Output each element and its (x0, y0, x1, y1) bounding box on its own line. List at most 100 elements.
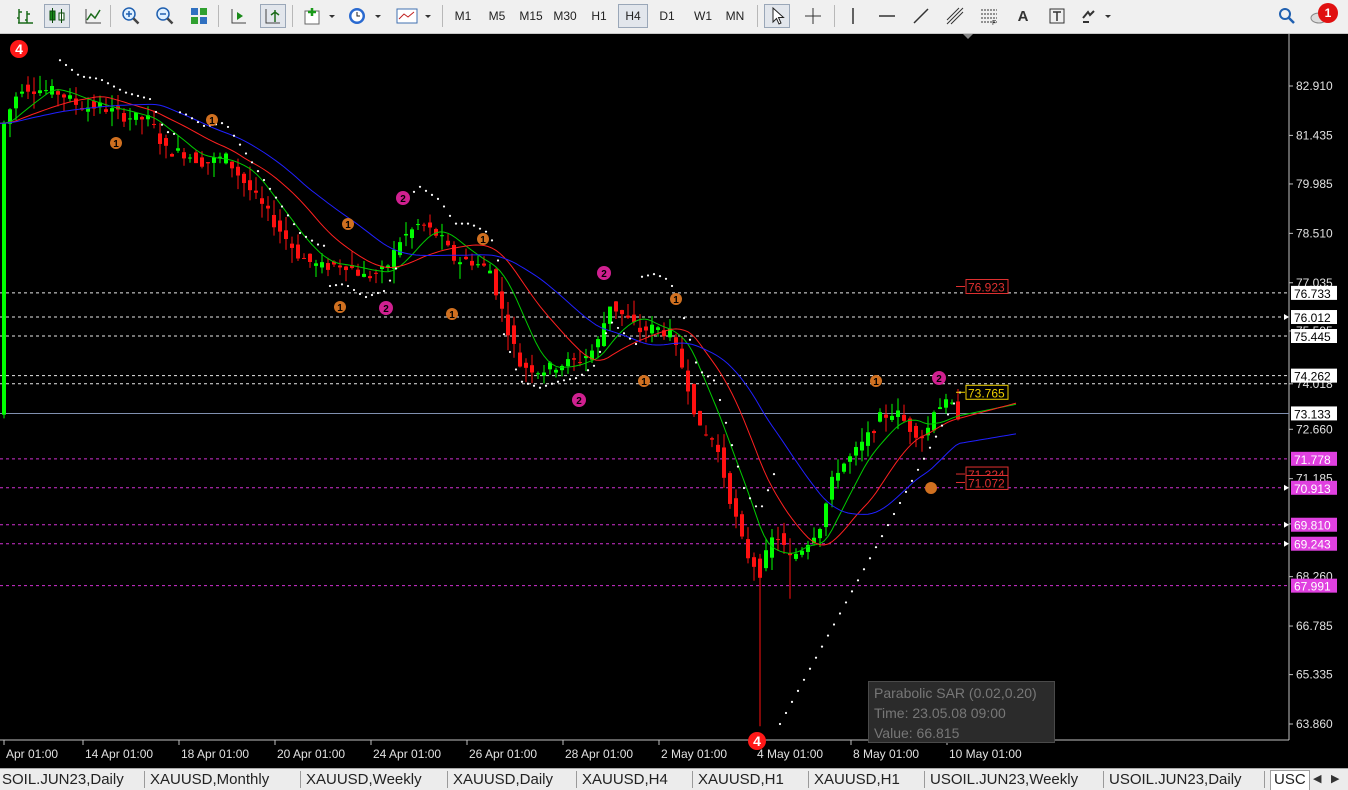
parabolic-sar-dot (910, 479, 914, 482)
wave-marker-label: 2 (383, 304, 389, 315)
candle-body (818, 529, 822, 539)
candle-body (212, 157, 216, 163)
chart-tab[interactable]: USOIL.JUN23,Weekly (930, 771, 1078, 789)
wave-marker-label: 1 (209, 116, 215, 127)
periods-icon[interactable] (346, 4, 384, 28)
chart-tab[interactable]: XAUUSD,Monthly (150, 771, 269, 789)
tab-scroll-right-icon[interactable]: ▶ (1331, 772, 1339, 785)
parabolic-sar-dot (724, 421, 728, 424)
parabolic-sar-dot (322, 244, 326, 247)
text-label-icon[interactable] (1044, 4, 1070, 28)
parabolic-sar-dot (424, 189, 428, 192)
search-icon[interactable] (1274, 4, 1300, 28)
time-tick-label: 10 May 01:00 (949, 747, 1022, 761)
chart-window[interactable]: 82.91081.43579.98578.51077.03575.59574.0… (0, 34, 1348, 768)
time-tick-label: Apr 01:00 (6, 747, 58, 761)
timeframe-m15-button[interactable]: M15 (516, 4, 546, 28)
price-tick-label: 78.510 (1296, 226, 1333, 240)
tile-windows-icon[interactable] (186, 4, 212, 28)
parabolic-sar-dot (694, 361, 698, 364)
chart-tab[interactable]: SOIL.JUN23,Daily (2, 771, 124, 789)
candle-body (902, 414, 906, 421)
arrows-icon[interactable] (1078, 4, 1116, 28)
candle-body (536, 373, 540, 375)
parabolic-sar-dot (550, 382, 554, 385)
tooltip-time: Time: 23.05.08 09:00 (874, 705, 1006, 721)
candle-body (560, 365, 564, 371)
parabolic-sar-dot (358, 292, 362, 296)
timeframe-d1-button[interactable]: D1 (652, 4, 682, 28)
wave-marker (925, 482, 937, 494)
parabolic-sar-dot (748, 497, 752, 500)
autoscroll-icon[interactable] (226, 4, 252, 28)
parabolic-sar-dot (562, 379, 566, 382)
text-icon[interactable]: A (1010, 4, 1036, 28)
timeframe-m5-button[interactable]: M5 (482, 4, 512, 28)
candlestick-icon[interactable] (44, 4, 70, 28)
trendline-icon[interactable] (908, 4, 934, 28)
parabolic-sar-dot (376, 291, 380, 295)
parabolic-sar-dot (244, 152, 248, 155)
parabolic-sar-dot (532, 384, 536, 387)
chart-shift-icon[interactable] (260, 4, 286, 28)
notification-badge[interactable]: 1 (1318, 3, 1338, 23)
parabolic-sar-dot (874, 546, 878, 549)
fibonacci-icon[interactable]: F (976, 4, 1002, 28)
parabolic-sar-dot (142, 96, 146, 99)
line-chart-icon[interactable] (80, 4, 106, 28)
parabolic-sar-dot (844, 601, 848, 604)
parabolic-sar-dot (520, 380, 524, 383)
candle-body (896, 410, 900, 417)
price-axis-flag-label: 73.133 (1294, 407, 1331, 421)
timeframe-mn-button[interactable]: MN (720, 4, 750, 28)
timeframe-m30-button[interactable]: M30 (550, 4, 580, 28)
templates-icon[interactable] (394, 4, 434, 28)
time-tick-label: 24 Apr 01:00 (373, 747, 441, 761)
chart-tab[interactable]: USC (1270, 770, 1310, 790)
timeframe-w1-button[interactable]: W1 (688, 4, 718, 28)
chart-tab[interactable]: XAUUSD,H4 (582, 771, 668, 789)
chart-tab[interactable]: XAUUSD,Weekly (306, 771, 422, 789)
parabolic-sar-dot (238, 143, 242, 146)
chart-tab[interactable]: XAUUSD,H1 (814, 771, 900, 789)
price-axis-flag-label: 75.445 (1294, 330, 1331, 344)
horizontal-line-icon[interactable] (874, 4, 900, 28)
parabolic-sar-dot (250, 161, 254, 164)
parabolic-sar-dot (682, 316, 686, 320)
zoom-in-icon[interactable] (118, 4, 144, 28)
wave-marker-label: 2 (601, 269, 607, 280)
chart-tab[interactable]: USOIL.JUN23,Daily (1109, 771, 1242, 789)
tab-scroll-left-icon[interactable]: ◀ (1313, 772, 1321, 785)
candle-body (38, 90, 42, 94)
bar-chart-icon[interactable] (12, 4, 38, 28)
chart-tab[interactable]: XAUUSD,H1 (698, 771, 784, 789)
parabolic-sar-dot (286, 214, 290, 217)
tooltip-value: Value: 66.815 (874, 725, 960, 741)
equidistant-channel-icon[interactable] (942, 4, 968, 28)
indicators-icon[interactable] (302, 4, 338, 28)
parabolic-sar-dot (466, 222, 470, 225)
zoom-out-icon[interactable] (152, 4, 178, 28)
chart-tab[interactable]: XAUUSD,Daily (453, 771, 553, 789)
parabolic-sar-dot (82, 75, 86, 78)
parabolic-sar-dot (814, 656, 818, 659)
wave-marker-label: 4 (753, 733, 761, 749)
vertical-line-icon[interactable] (840, 4, 866, 28)
timeframe-m1-button[interactable]: M1 (448, 4, 478, 28)
candle-body (122, 113, 126, 122)
crosshair-icon[interactable] (800, 4, 826, 28)
price-chart[interactable]: 82.91081.43579.98578.51077.03575.59574.0… (0, 34, 1348, 768)
wave-marker-label: 1 (641, 377, 647, 388)
parabolic-sar-dot (58, 59, 62, 62)
timeframe-h4-button[interactable]: H4 (618, 4, 648, 28)
svg-text:F: F (992, 20, 996, 26)
indicator-tooltip: Parabolic SAR (0.02,0.20) Time: 23.05.08… (868, 681, 1055, 743)
timeframe-h1-button[interactable]: H1 (584, 4, 614, 28)
parabolic-sar-dot (538, 386, 542, 389)
candle-body (656, 327, 660, 330)
candle-body (506, 314, 510, 336)
cursor-icon[interactable] (764, 4, 790, 28)
parabolic-sar-dot (64, 63, 68, 67)
parabolic-sar-dot (508, 350, 512, 354)
candle-body (776, 539, 780, 541)
